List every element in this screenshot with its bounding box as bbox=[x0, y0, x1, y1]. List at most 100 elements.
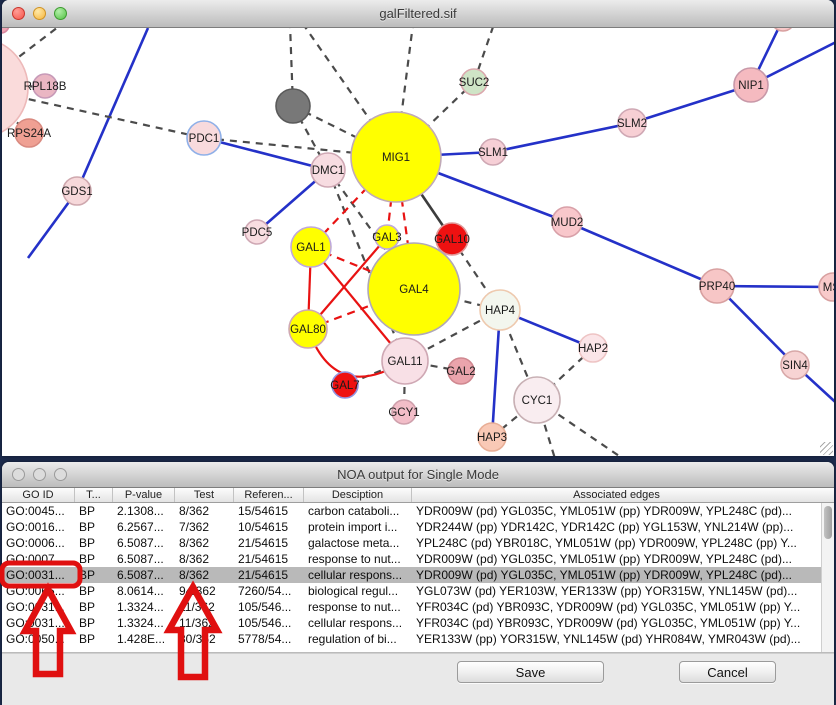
network-edge[interactable] bbox=[204, 138, 328, 170]
node-graynode[interactable] bbox=[276, 89, 310, 123]
table-body: GO:0045...BP2.1308...8/36215/54615carbon… bbox=[2, 503, 834, 647]
table-cell: 1.3324... bbox=[113, 599, 175, 615]
table-cell: cellular respons... bbox=[304, 567, 412, 583]
node-label-MUD2: MUD2 bbox=[551, 217, 584, 229]
table-row[interactable]: GO:0031...BP6.5087...8/36221/54615cellul… bbox=[2, 567, 834, 583]
table-cell: GO:0065... bbox=[2, 583, 75, 599]
table-row[interactable]: GO:0031...BP1.3324...11/362105/546...res… bbox=[2, 599, 834, 615]
table-cell: 105/546... bbox=[234, 599, 304, 615]
node-label-MIG1: MIG1 bbox=[382, 152, 410, 164]
table-cell: BP bbox=[75, 583, 113, 599]
table-cell: GO:0007... bbox=[2, 551, 75, 567]
node-topnode[interactable] bbox=[771, 28, 795, 31]
node-label-GCY1: GCY1 bbox=[388, 407, 419, 419]
node-cornernode[interactable] bbox=[2, 28, 9, 33]
table-cell: 11/362 bbox=[175, 615, 234, 631]
table-cell: BP bbox=[75, 519, 113, 535]
node-label-MSL: MSI bbox=[823, 282, 834, 294]
network-canvas[interactable]: RPL18BRPS24AGDS1PDC1DMC1MIG1SUC2SLM1SLM2… bbox=[2, 28, 834, 456]
column-header-5[interactable]: Desciption bbox=[304, 488, 412, 502]
cancel-button[interactable]: Cancel bbox=[679, 661, 776, 683]
table-row[interactable]: GO:0065...BP8.0614...94/3627260/54...bio… bbox=[2, 583, 834, 599]
node-label-RPL18B: RPL18B bbox=[24, 81, 67, 93]
table-cell: YDR244W (pp) YDR142C, YDR142C (pp) YGL15… bbox=[412, 519, 821, 535]
table-cell: GO:0006... bbox=[2, 535, 75, 551]
node-label-PRP40: PRP40 bbox=[699, 281, 735, 293]
column-header-6[interactable]: Associated edges bbox=[412, 488, 821, 502]
node-label-SIN4: SIN4 bbox=[782, 360, 808, 372]
noa-window-titlebar[interactable]: NOA output for Single Mode bbox=[2, 462, 834, 488]
table-cell: 11/362 bbox=[175, 599, 234, 615]
column-header-0[interactable]: GO ID bbox=[2, 488, 75, 502]
network-edge[interactable] bbox=[567, 222, 717, 286]
table-cell: 6.5087... bbox=[113, 567, 175, 583]
network-edge[interactable] bbox=[632, 85, 751, 123]
node-label-PDC1: PDC1 bbox=[189, 133, 220, 145]
table-cell: BP bbox=[75, 631, 113, 647]
node-label-GDS1: GDS1 bbox=[61, 186, 92, 198]
window-controls bbox=[12, 0, 67, 27]
column-header-2[interactable]: P-value bbox=[113, 488, 175, 502]
table-cell: YFR034C (pd) YBR093C, YDR009W (pd) YGL03… bbox=[412, 615, 821, 631]
save-button[interactable]: Save bbox=[457, 661, 604, 683]
node-label-SLM1: SLM1 bbox=[478, 147, 508, 159]
network-edge[interactable] bbox=[77, 28, 148, 191]
table-cell: 105/546... bbox=[234, 615, 304, 631]
node-label-GAL2: GAL2 bbox=[446, 366, 475, 378]
table-cell: 8/362 bbox=[175, 503, 234, 519]
table-cell: YFR034C (pd) YBR093C, YDR009W (pd) YGL03… bbox=[412, 599, 821, 615]
table-cell: 15/54615 bbox=[234, 503, 304, 519]
network-window-titlebar[interactable]: galFiltered.sif bbox=[2, 0, 834, 28]
table-cell: 21/54615 bbox=[234, 567, 304, 583]
table-cell: cellular respons... bbox=[304, 615, 412, 631]
table-row[interactable]: GO:0050...BP1.428E...80/3625778/54...reg… bbox=[2, 631, 834, 647]
table-row[interactable]: GO:0016...BP6.2567...7/36210/54615protei… bbox=[2, 519, 834, 535]
node-label-HAP3: HAP3 bbox=[477, 432, 507, 444]
network-edge[interactable] bbox=[493, 123, 632, 152]
network-graph: RPL18BRPS24AGDS1PDC1DMC1MIG1SUC2SLM1SLM2… bbox=[2, 28, 834, 456]
table-row[interactable]: GO:0006...BP6.5087...8/36221/54615galact… bbox=[2, 535, 834, 551]
network-window: galFiltered.sif RPL18BRPS24AGDS1PDC1DMC1… bbox=[2, 0, 834, 456]
table-cell: GO:0031... bbox=[2, 567, 75, 583]
table-cell: 8/362 bbox=[175, 551, 234, 567]
resize-grip[interactable] bbox=[820, 442, 833, 455]
table-row[interactable]: GO:0007...BP6.5087...8/36221/54615respon… bbox=[2, 551, 834, 567]
table-cell: 5778/54... bbox=[234, 631, 304, 647]
scrollbar-thumb[interactable] bbox=[824, 506, 832, 539]
table-cell: 94/362 bbox=[175, 583, 234, 599]
close-button[interactable] bbox=[12, 468, 25, 481]
table-cell: galactose meta... bbox=[304, 535, 412, 551]
node-label-GAL4: GAL4 bbox=[399, 284, 429, 296]
node-label-PDC5: PDC5 bbox=[242, 227, 273, 239]
minimize-button[interactable] bbox=[33, 7, 46, 20]
column-header-4[interactable]: Referen... bbox=[234, 488, 304, 502]
table-row[interactable]: GO:0045...BP2.1308...8/36215/54615carbon… bbox=[2, 503, 834, 519]
table-cell: response to nut... bbox=[304, 551, 412, 567]
close-button[interactable] bbox=[12, 7, 25, 20]
zoom-button[interactable] bbox=[54, 7, 67, 20]
table-row[interactable]: GO:0031...BP1.3324...11/362105/546...cel… bbox=[2, 615, 834, 631]
table-cell: 8/362 bbox=[175, 535, 234, 551]
table-cell: YPL248C (pd) YBR018C, YML051W (pp) YDR00… bbox=[412, 535, 821, 551]
node-label-GAL80: GAL80 bbox=[290, 324, 326, 336]
column-header-1[interactable]: T... bbox=[75, 488, 113, 502]
table-header-row: GO IDT...P-valueTestReferen...Desciption… bbox=[2, 488, 834, 503]
table-cell: response to nut... bbox=[304, 599, 412, 615]
window-controls bbox=[12, 462, 67, 487]
table-cell: 6.2567... bbox=[113, 519, 175, 535]
node-label-CYC1: CYC1 bbox=[522, 395, 553, 407]
column-header-3[interactable]: Test bbox=[175, 488, 234, 502]
table-cell: GO:0031... bbox=[2, 615, 75, 631]
table-cell: 7260/54... bbox=[234, 583, 304, 599]
table-cell: YGL073W (pd) YER103W, YER133W (pp) YOR31… bbox=[412, 583, 821, 599]
zoom-button[interactable] bbox=[54, 468, 67, 481]
node-label-DMC1: DMC1 bbox=[312, 165, 345, 177]
node-label-GAL7: GAL7 bbox=[330, 380, 359, 392]
table-cell: 21/54615 bbox=[234, 551, 304, 567]
table-cell: BP bbox=[75, 599, 113, 615]
minimize-button[interactable] bbox=[33, 468, 46, 481]
table-cell: BP bbox=[75, 551, 113, 567]
node-label-GAL1: GAL1 bbox=[296, 242, 325, 254]
table-scrollbar[interactable] bbox=[821, 503, 834, 653]
table-cell: 6.5087... bbox=[113, 535, 175, 551]
